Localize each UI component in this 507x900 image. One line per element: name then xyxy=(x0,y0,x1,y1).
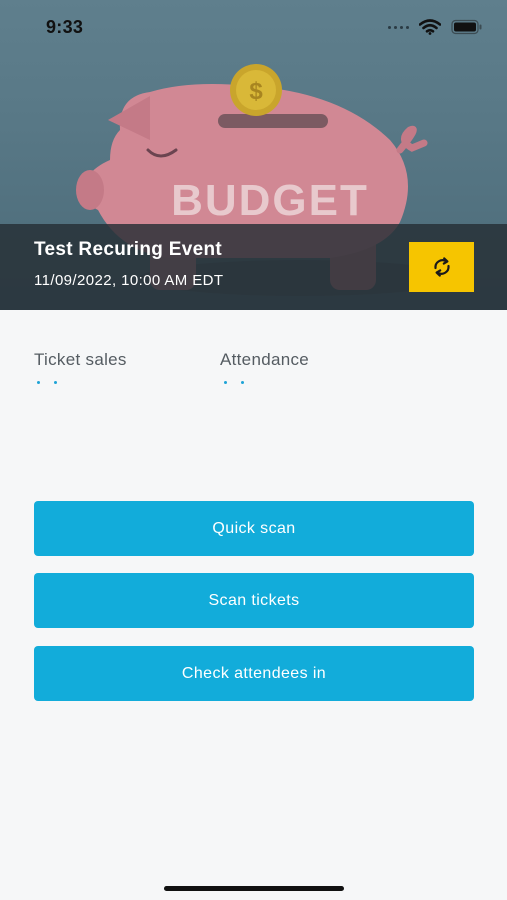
attendance-label: Attendance xyxy=(220,350,310,369)
home-indicator[interactable] xyxy=(164,886,344,891)
event-title: Test Recuring Event xyxy=(34,239,222,260)
ticket-sales-label: Ticket sales xyxy=(34,350,127,369)
scan-tickets-button[interactable]: Scan tickets xyxy=(34,573,474,628)
event-datetime: 11/09/2022, 10:00 AM EDT xyxy=(34,272,224,289)
check-attendees-in-button[interactable]: Check attendees in xyxy=(34,646,474,701)
svg-text:BUDGET: BUDGET xyxy=(171,176,369,225)
svg-text:$: $ xyxy=(249,78,263,105)
cellular-icon xyxy=(388,25,409,29)
ticket-sales-loading-indicator xyxy=(37,381,57,384)
quick-scan-button[interactable]: Quick scan xyxy=(34,501,474,556)
wifi-icon xyxy=(419,19,441,35)
refresh-button[interactable] xyxy=(409,242,474,292)
battery-icon xyxy=(451,19,482,35)
status-bar: 9:33 xyxy=(0,0,507,52)
status-time: 9:33 xyxy=(46,17,84,37)
status-icons xyxy=(388,19,483,35)
refresh-icon xyxy=(433,257,450,277)
attendance-loading-indicator xyxy=(224,381,244,384)
